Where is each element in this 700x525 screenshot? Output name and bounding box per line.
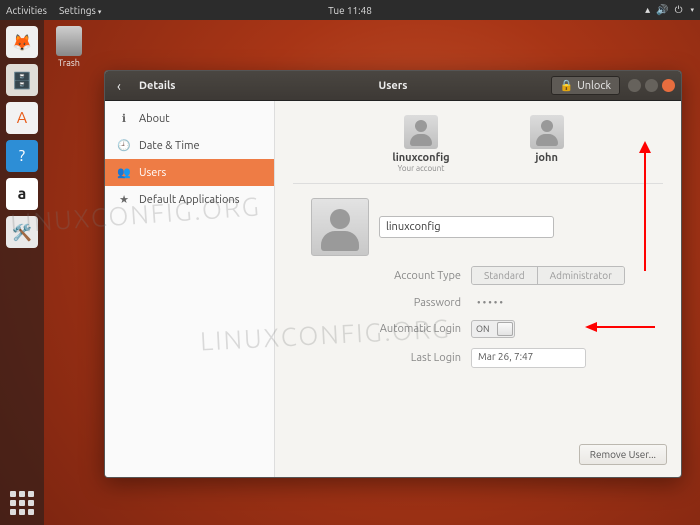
system-status-area[interactable]: ▴ 🔊 ⏻ ▾ xyxy=(645,4,694,16)
window-close-button[interactable] xyxy=(662,79,675,92)
clock[interactable]: Tue 11:48 xyxy=(328,5,372,16)
toggle-knob xyxy=(497,322,513,336)
user-name: john xyxy=(530,152,564,164)
star-icon: ★ xyxy=(117,193,131,206)
account-type-administrator[interactable]: Administrator xyxy=(537,267,624,284)
divider xyxy=(293,183,663,184)
sidebar-item-datetime[interactable]: 🕘 Date & Time xyxy=(105,132,274,159)
unlock-button[interactable]: 🔒 Unlock xyxy=(551,76,620,95)
sidebar-item-label: Date & Time xyxy=(139,140,200,152)
lock-icon: 🔒 xyxy=(560,79,574,92)
remove-user-button[interactable]: Remove User... xyxy=(579,444,667,465)
dock-app-software[interactable]: A xyxy=(6,102,38,134)
info-icon: ℹ xyxy=(117,112,131,125)
activities-button[interactable]: Activities xyxy=(6,5,47,16)
sidebar-item-label: Default Applications xyxy=(139,194,239,206)
account-type-standard[interactable]: Standard xyxy=(472,267,537,284)
back-button[interactable]: ‹ xyxy=(105,78,133,94)
annotation-arrow-unlock xyxy=(637,141,653,275)
network-icon: ▴ xyxy=(645,4,650,16)
power-icon: ⏻ xyxy=(675,4,683,16)
dock: 🦊 🗄️ A ? a 🛠️ xyxy=(0,20,44,525)
sidebar-item-users[interactable]: 👥 Users xyxy=(105,159,274,186)
dock-app-settings[interactable]: 🛠️ xyxy=(6,216,38,248)
automatic-login-toggle[interactable]: ON xyxy=(471,320,515,338)
automatic-login-label: Automatic Login xyxy=(311,323,461,335)
volume-icon: 🔊 xyxy=(656,4,668,16)
window-titlebar: ‹ Details Users 🔒 Unlock xyxy=(105,71,681,101)
users-content: linuxconfig Your account john Account Ty… xyxy=(275,101,681,477)
app-menu[interactable]: Settings▾ xyxy=(59,5,101,16)
last-login-label: Last Login xyxy=(311,352,461,364)
section-title: Details xyxy=(139,80,175,92)
settings-window: ‹ Details Users 🔒 Unlock ℹ About 🕘 Date … xyxy=(104,70,682,478)
settings-sidebar: ℹ About 🕘 Date & Time 👥 Users ★ Default … xyxy=(105,101,275,477)
sidebar-item-label: About xyxy=(139,113,170,125)
user-sub: Your account xyxy=(392,164,449,173)
users-icon: 👥 xyxy=(117,166,131,179)
dock-app-amazon[interactable]: a xyxy=(6,178,38,210)
window-maximize-button[interactable] xyxy=(645,79,658,92)
user-name: linuxconfig xyxy=(392,152,449,164)
user-avatar-button[interactable] xyxy=(311,198,369,256)
avatar-icon xyxy=(530,115,564,149)
user-name-input[interactable] xyxy=(379,216,554,238)
account-type-selector[interactable]: Standard Administrator xyxy=(471,266,625,285)
trash-desktop-icon[interactable]: Trash xyxy=(56,26,82,68)
chevron-down-icon: ▾ xyxy=(690,6,694,14)
user-card-john[interactable]: john xyxy=(530,115,564,173)
trash-label: Trash xyxy=(58,58,80,68)
password-value[interactable]: ••••• xyxy=(471,295,511,310)
annotation-arrow-toggle xyxy=(585,319,655,337)
dock-app-help[interactable]: ? xyxy=(6,140,38,172)
dock-app-files[interactable]: 🗄️ xyxy=(6,64,38,96)
sidebar-item-default-apps[interactable]: ★ Default Applications xyxy=(105,186,274,213)
trash-icon xyxy=(56,26,82,56)
last-login-value: Mar 26, 7:47 xyxy=(471,348,586,368)
show-applications-button[interactable] xyxy=(10,491,34,515)
clock-icon: 🕘 xyxy=(117,139,131,152)
account-type-label: Account Type xyxy=(311,270,461,282)
user-card-linuxconfig[interactable]: linuxconfig Your account xyxy=(392,115,449,173)
page-title: Users xyxy=(379,80,408,92)
top-panel: Activities Settings▾ Tue 11:48 ▴ 🔊 ⏻ ▾ xyxy=(0,0,700,20)
dock-app-firefox[interactable]: 🦊 xyxy=(6,26,38,58)
chevron-down-icon: ▾ xyxy=(98,8,102,16)
avatar-icon xyxy=(404,115,438,149)
sidebar-item-about[interactable]: ℹ About xyxy=(105,105,274,132)
password-label: Password xyxy=(311,297,461,309)
sidebar-item-label: Users xyxy=(139,167,166,179)
window-minimize-button[interactable] xyxy=(628,79,641,92)
